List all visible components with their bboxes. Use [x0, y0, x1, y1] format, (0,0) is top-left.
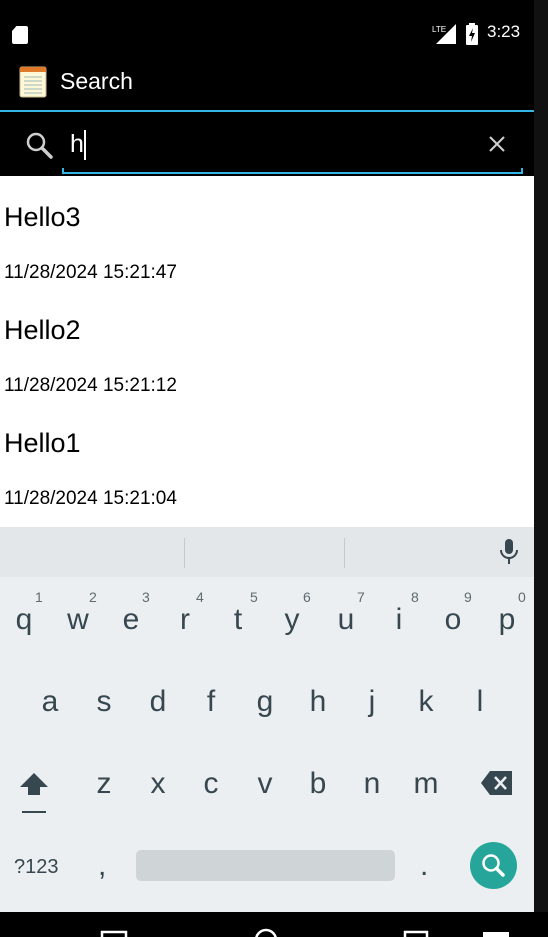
page-title: Search [60, 68, 133, 94]
key-s[interactable]: s [84, 685, 124, 719]
note-date: 11/28/2024 15:21:12 [4, 375, 177, 396]
key-j[interactable]: j [352, 685, 392, 719]
search-input-underline [62, 168, 523, 174]
key-i[interactable]: i [379, 603, 419, 637]
key-n[interactable]: n [352, 767, 392, 801]
search-bar [0, 112, 534, 176]
key-m[interactable]: m [406, 767, 446, 801]
note-title: Hello3 [4, 202, 81, 232]
key-g[interactable]: g [245, 685, 285, 719]
back-icon[interactable] [100, 912, 128, 937]
key-hint: 6 [303, 589, 311, 605]
battery-charging-icon [466, 23, 478, 45]
search-input[interactable] [70, 122, 470, 166]
key-x[interactable]: x [138, 767, 178, 801]
key-hint: 7 [357, 589, 365, 605]
key-c[interactable]: c [191, 767, 231, 801]
action-bar: Search [0, 52, 534, 110]
key-hint: 4 [196, 589, 204, 605]
list-item[interactable]: Hello2 11/28/2024 15:21:12 [0, 289, 534, 402]
key-p[interactable]: p [487, 603, 527, 637]
symbols-mode-key[interactable]: ?123 [14, 856, 59, 879]
key-r[interactable]: r [165, 603, 205, 637]
screen-edge [534, 0, 548, 912]
search-icon [26, 132, 53, 159]
key-d[interactable]: d [138, 685, 178, 719]
key-hint: 1 [35, 589, 43, 605]
text-cursor [84, 130, 86, 160]
shift-icon[interactable] [16, 767, 52, 815]
svg-text:LTE: LTE [432, 25, 446, 34]
key-u[interactable]: u [326, 603, 366, 637]
key-period[interactable]: . [420, 849, 428, 883]
key-hint: 5 [250, 589, 258, 605]
key-b[interactable]: b [298, 767, 338, 801]
note-date: 11/28/2024 15:21:47 [4, 262, 177, 283]
key-o[interactable]: o [433, 603, 473, 637]
key-k[interactable]: k [406, 685, 446, 719]
key-h[interactable]: h [298, 685, 338, 719]
space-key[interactable] [136, 850, 395, 881]
key-hint: 9 [464, 589, 472, 605]
key-hint: 0 [518, 589, 526, 605]
note-title: Hello2 [4, 315, 81, 345]
key-w[interactable]: w [58, 603, 98, 637]
clock: 3:23 [487, 22, 521, 41]
key-q[interactable]: q [4, 603, 44, 637]
key-f[interactable]: f [191, 685, 231, 719]
key-comma[interactable]: , [98, 849, 106, 883]
suggestion-divider [184, 538, 185, 568]
home-icon[interactable] [252, 912, 280, 937]
key-t[interactable]: t [218, 603, 258, 637]
soft-keyboard: q 1 w 2 e 3 r 4 t 5 y 6 u 7 i 8 o 9 p 0 … [0, 527, 534, 912]
close-icon[interactable] [486, 133, 508, 155]
search-action-key[interactable] [470, 842, 517, 889]
search-icon [482, 854, 505, 877]
backspace-icon[interactable] [480, 769, 514, 797]
microphone-icon[interactable] [498, 537, 520, 567]
list-item[interactable]: Hello3 11/28/2024 15:21:47 [0, 176, 534, 289]
key-v[interactable]: v [245, 767, 285, 801]
key-e[interactable]: e [111, 603, 151, 637]
list-item[interactable]: Hello1 11/28/2024 15:21:04 [0, 402, 534, 515]
results-list: Hello3 11/28/2024 15:21:47 Hello2 11/28/… [0, 176, 534, 527]
recent-apps-icon[interactable] [402, 912, 430, 937]
suggestion-strip [0, 527, 534, 577]
key-a[interactable]: a [30, 685, 70, 719]
note-title: Hello1 [4, 428, 81, 458]
key-y[interactable]: y [272, 603, 312, 637]
lte-signal-icon: LTE [432, 24, 456, 44]
notepad-icon [19, 66, 47, 98]
status-bar: LTE 3:23 [0, 0, 534, 50]
suggestion-divider [344, 538, 345, 568]
key-l[interactable]: l [460, 685, 500, 719]
note-date: 11/28/2024 15:21:04 [4, 488, 177, 509]
key-hint: 8 [411, 589, 419, 605]
key-z[interactable]: z [84, 767, 124, 801]
key-hint: 3 [142, 589, 150, 605]
keyboard-hide-icon[interactable] [482, 912, 510, 937]
key-hint: 2 [89, 589, 97, 605]
sd-card-icon [12, 26, 28, 44]
navigation-bar [0, 912, 548, 937]
